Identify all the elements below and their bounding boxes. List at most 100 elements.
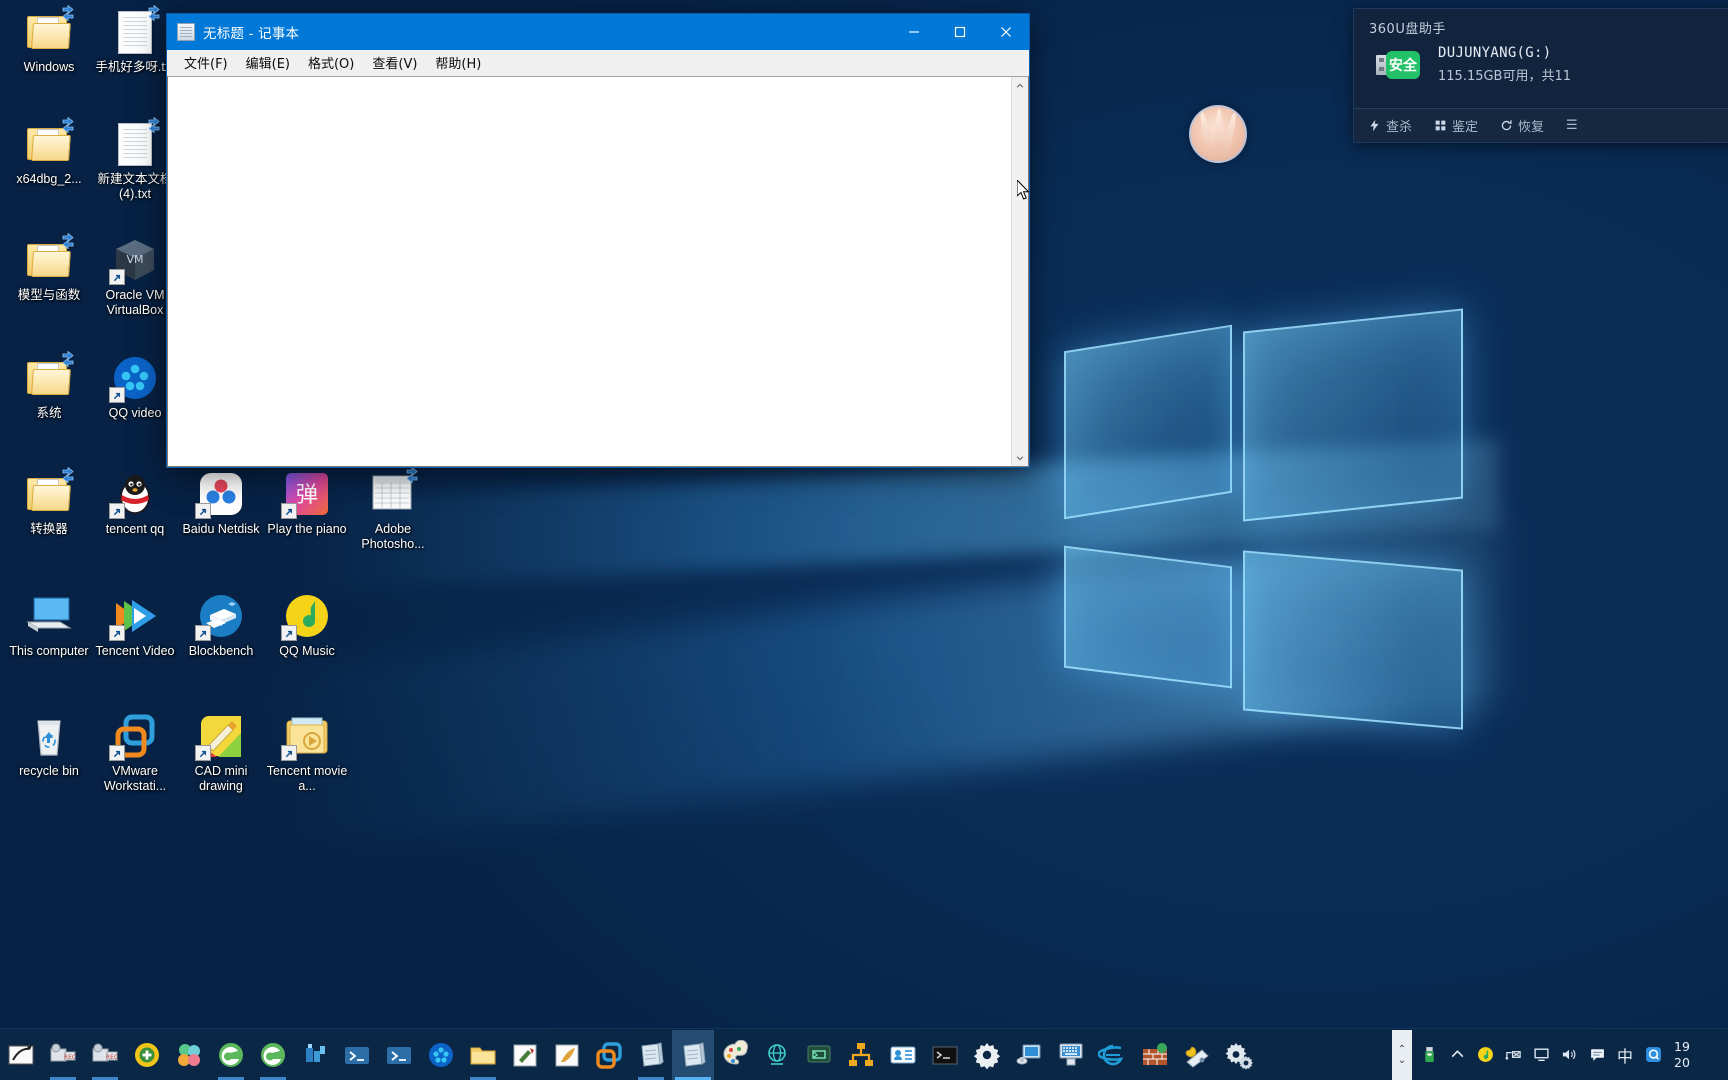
taskbar-notepad-1[interactable]: [630, 1030, 672, 1080]
taskbar-notepad-2[interactable]: [672, 1029, 714, 1080]
taskbar-powershell-2[interactable]: [378, 1030, 420, 1080]
taskbar-internet-explorer[interactable]: [1092, 1030, 1134, 1080]
taskbar-folder[interactable]: [462, 1030, 504, 1080]
taskbar-vmware[interactable]: [588, 1030, 630, 1080]
taskbar-keyboard[interactable]: [1050, 1030, 1092, 1080]
desktop-icon-this-computer[interactable]: This computer: [6, 592, 92, 659]
recover-action[interactable]: 恢复: [1500, 116, 1544, 135]
taskbar-360-safe[interactable]: [126, 1030, 168, 1080]
taskbar-scroll-up[interactable]: ⌃: [1398, 1044, 1406, 1055]
notepad-text-area[interactable]: [168, 77, 1011, 466]
menu-view[interactable]: 查看(V): [363, 50, 426, 75]
desktop-icon-tencent-qq[interactable]: tencent qq: [92, 470, 178, 537]
tray-action-center[interactable]: [1584, 1040, 1610, 1070]
notepad-title-text: 无标题 - 记事本: [203, 26, 300, 42]
desktop-icon-[interactable]: 系统: [6, 350, 92, 421]
desktop-icon-label: Baidu Netdisk: [182, 522, 260, 536]
taskbar-driver-tool[interactable]: [1176, 1030, 1218, 1080]
desktop-icon-cad-mini-drawing[interactable]: CAD mini drawing: [178, 712, 264, 793]
desktop-icon-adobe-photosho[interactable]: Adobe Photosho...: [350, 466, 436, 551]
taskbar-editor-1[interactable]: [504, 1030, 546, 1080]
desktop-icon-play-the-piano[interactable]: 弹 Play the piano: [264, 470, 350, 537]
taskbar-editor-1-glyph: [510, 1040, 540, 1070]
desktop-icon-label: QQ Music: [279, 644, 335, 658]
taskbar-browser-2[interactable]: [252, 1030, 294, 1080]
taskbar-browser-1[interactable]: [210, 1030, 252, 1080]
desktop-icon-label: QQ video: [108, 406, 162, 420]
desktop-icon-label: x64dbg_2...: [16, 172, 82, 186]
taskbar-scroll-buttons[interactable]: ⌃ ⌄: [1392, 1029, 1412, 1080]
desktop-icon-[interactable]: 模型与函数: [6, 232, 92, 303]
menu-help[interactable]: 帮助(H): [426, 50, 490, 75]
tray-display-icon[interactable]: [1528, 1040, 1554, 1070]
taskbar-globe[interactable]: [756, 1030, 798, 1080]
desktop-icon-label: Play the piano: [267, 522, 347, 536]
desktop-icon-baidu-netdisk[interactable]: Baidu Netdisk: [178, 470, 264, 537]
taskbar-blue-blocks[interactable]: [294, 1030, 336, 1080]
desktop-icon-windows[interactable]: Windows: [6, 4, 92, 75]
taskbar-colorful-app[interactable]: [168, 1030, 210, 1080]
menu-format[interactable]: 格式(O): [299, 50, 363, 75]
sync-overlay-icon: [145, 4, 163, 23]
maximize-button[interactable]: [937, 14, 983, 50]
taskbar-firewall[interactable]: [1134, 1030, 1176, 1080]
desktop[interactable]: Windows 手机好多呀.txt x64dbg_2... 新建文本文档(4).txt…: [0, 0, 1728, 1080]
desktop-icon-tencent-movie-a[interactable]: Tencent movie a...: [264, 712, 350, 793]
notepad-vertical-scrollbar[interactable]: [1011, 77, 1028, 466]
taskbar-powershell-1[interactable]: [336, 1030, 378, 1080]
taskbar-display-config[interactable]: [1008, 1030, 1050, 1080]
taskbar-movie-maker-2[interactable]: REC: [84, 1030, 126, 1080]
desktop-icon-x64dbg-2[interactable]: x64dbg_2...: [6, 116, 92, 187]
desktop-icon-recycle-bin[interactable]: recycle bin: [6, 712, 92, 779]
desktop-icon-vmware-workstati[interactable]: VMware Workstati...: [92, 712, 178, 793]
udisk-menu-button[interactable]: ☰: [1566, 118, 1578, 133]
taskbar-clock[interactable]: 19 20: [1670, 1030, 1728, 1080]
folder-icon: [25, 466, 74, 518]
tray-qq-music-icon[interactable]: [1472, 1040, 1498, 1070]
taskbar-snip-sketch[interactable]: [0, 1030, 42, 1080]
tray-usb-icon[interactable]: [1416, 1040, 1442, 1070]
taskbar-terminal[interactable]: [924, 1030, 966, 1080]
tray-show-hidden-icons[interactable]: [1444, 1040, 1470, 1070]
taskbar-contact-card[interactable]: [882, 1030, 924, 1080]
udisk-assistant-panel[interactable]: 360U盘助手 安全 DUJUNYANG(G:) 115.15GB可用，共11 …: [1353, 8, 1728, 143]
taskbar-scroll-down[interactable]: ⌄: [1398, 1055, 1406, 1066]
notepad-title-bar[interactable]: 无标题 - 记事本: [167, 14, 1029, 50]
scroll-down-arrow[interactable]: [1012, 449, 1028, 466]
notepad-menu-bar[interactable]: 文件(F) 编辑(E) 格式(O) 查看(V) 帮助(H): [167, 50, 1029, 76]
close-button[interactable]: [983, 14, 1029, 50]
tmovie-icon: [281, 712, 331, 761]
taskbar-qq-video[interactable]: [420, 1030, 462, 1080]
taskbar[interactable]: REC REC ⌃ ⌄ 中 19 20: [0, 1028, 1728, 1080]
recover-action-label: 恢复: [1518, 120, 1545, 135]
tray-network-disconnected[interactable]: [1500, 1040, 1526, 1070]
taskbar-keyboard-glyph: [1056, 1040, 1086, 1070]
tray-volume-icon[interactable]: [1556, 1040, 1582, 1070]
taskbar-movie-maker-1[interactable]: REC: [42, 1030, 84, 1080]
menu-file[interactable]: 文件(F): [175, 50, 237, 75]
desktop-icon-tencent-video[interactable]: Tencent Video: [92, 592, 178, 659]
scroll-up-arrow[interactable]: [1012, 77, 1028, 94]
scan-action[interactable]: 查杀: [1368, 116, 1412, 135]
notepad-window[interactable]: 无标题 - 记事本 文件(F) 编辑(E) 格式(O) 查看(V) 帮助(H): [166, 13, 1030, 468]
taskbar-paint[interactable]: [714, 1030, 756, 1080]
taskbar-settings[interactable]: [966, 1030, 1008, 1080]
taskbar-gears[interactable]: [1218, 1030, 1260, 1080]
identify-action[interactable]: 鉴定: [1434, 116, 1478, 135]
notepad-body[interactable]: [167, 76, 1029, 467]
desktop-icon-[interactable]: 转换器: [6, 466, 92, 537]
avatar-photo-widget[interactable]: [1189, 105, 1247, 163]
system-tray[interactable]: 中: [1412, 1030, 1670, 1080]
taskbar-network-map[interactable]: [840, 1030, 882, 1080]
taskbar-display-config-glyph: [1014, 1040, 1044, 1070]
tray-qq-icon[interactable]: [1640, 1040, 1666, 1070]
tray-ime-chinese[interactable]: 中: [1612, 1040, 1638, 1070]
desktop-icon-blockbench[interactable]: Blockbench: [178, 592, 264, 659]
desktop-icon-qq-music[interactable]: QQ Music: [264, 592, 350, 659]
taskbar-editor-2[interactable]: [546, 1030, 588, 1080]
minimize-button[interactable]: [891, 14, 937, 50]
menu-edit[interactable]: 编辑(E): [237, 50, 299, 75]
taskbar-remote-desktop[interactable]: [798, 1030, 840, 1080]
udisk-action-bar[interactable]: 查杀 鉴定 恢复 ☰: [1354, 108, 1728, 142]
this-computer-icon: [26, 597, 72, 632]
